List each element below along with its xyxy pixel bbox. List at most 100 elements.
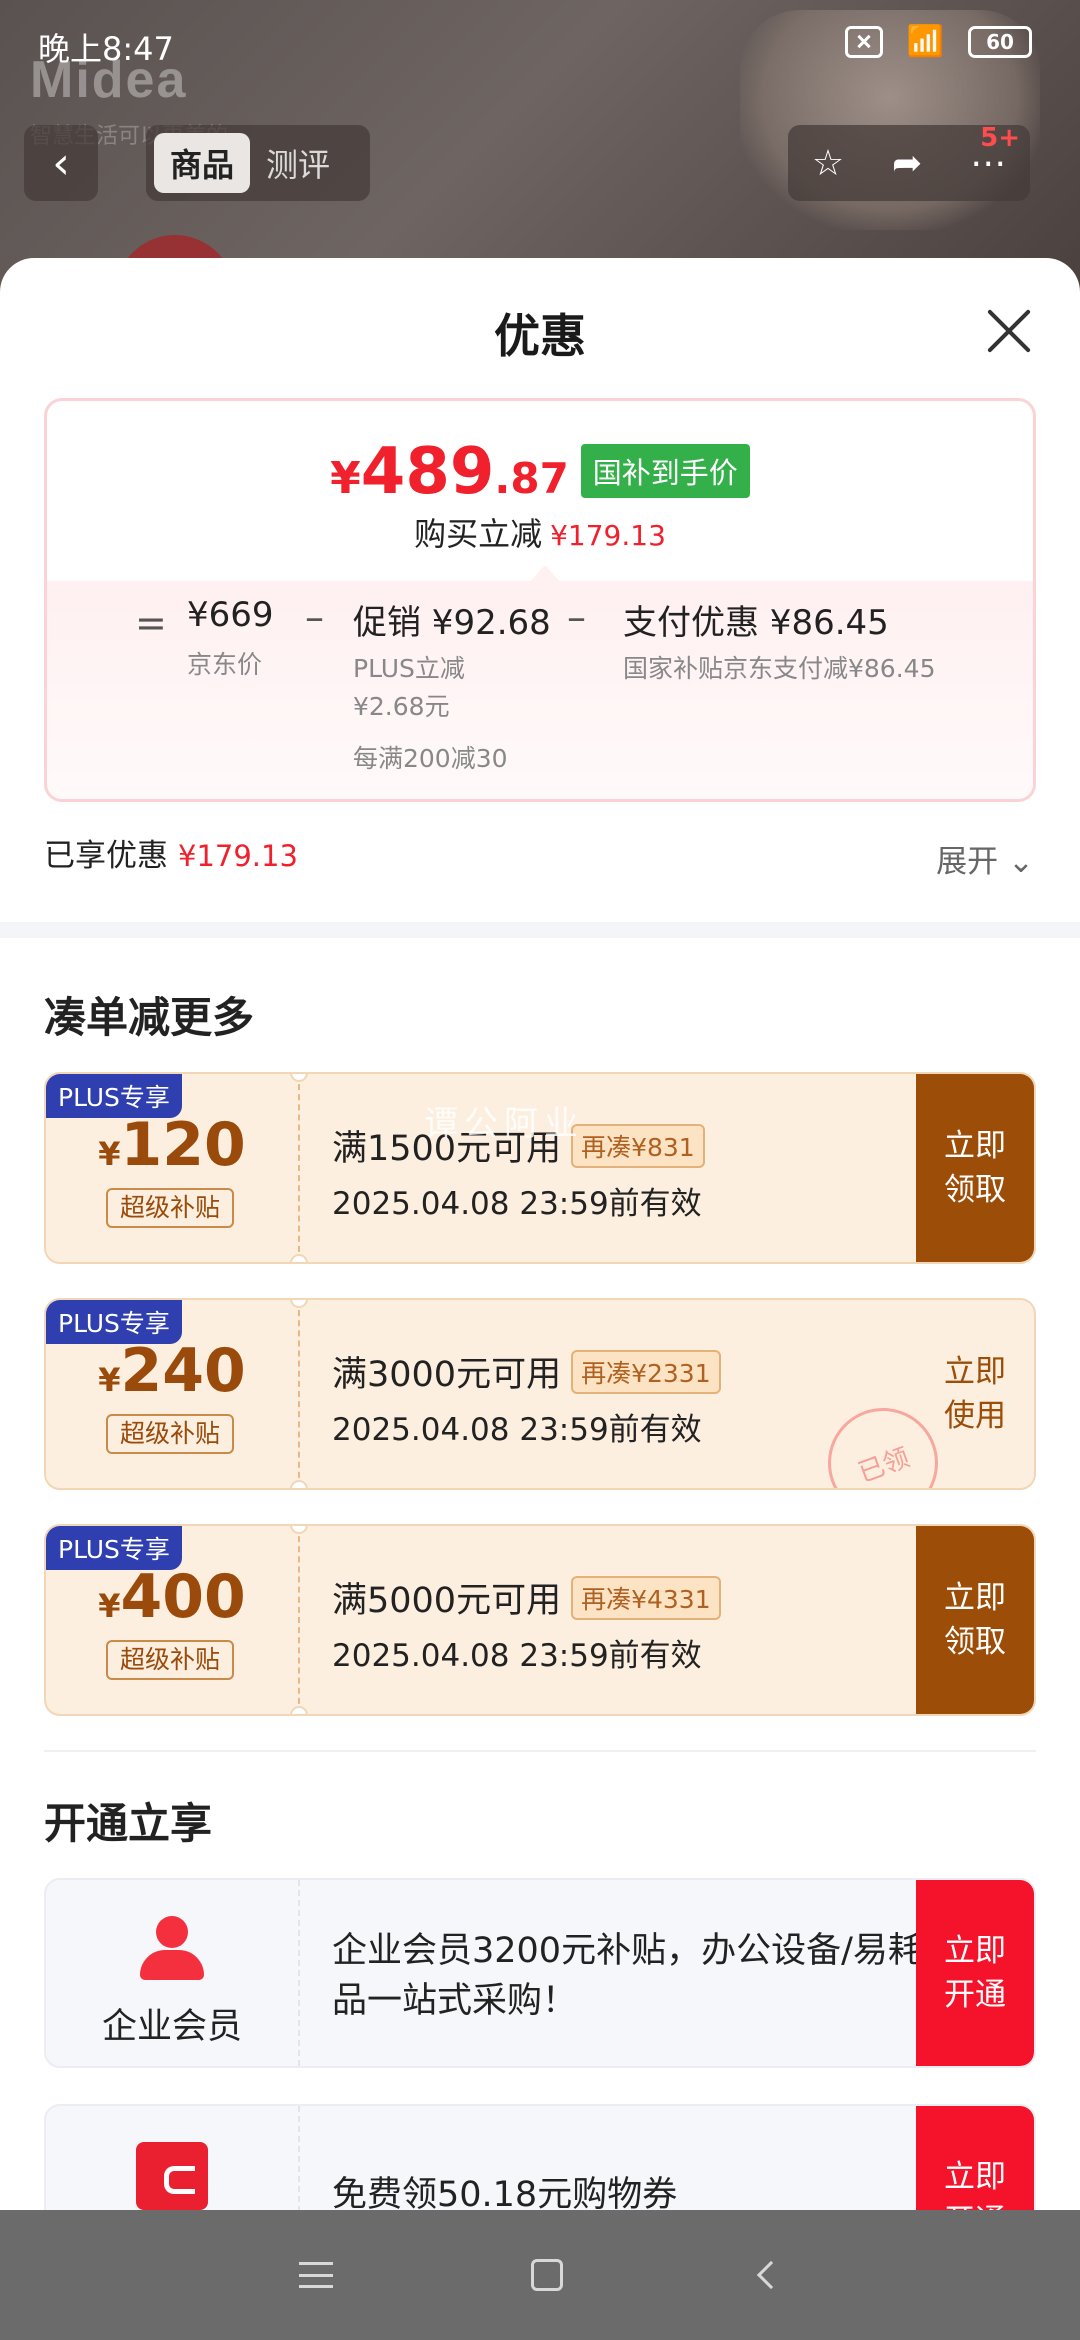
coupon-card: PLUS专享 ¥240 超级补贴 满3000元可用 再凑¥2331 2025.04… bbox=[44, 1298, 1036, 1490]
menu-icon[interactable] bbox=[299, 2262, 333, 2288]
coupon-divider bbox=[298, 1300, 300, 1488]
pay-discount: 支付优惠 ¥86.45 bbox=[623, 603, 889, 643]
pointer-triangle bbox=[531, 565, 559, 581]
coupon-condition-text: 满5000元可用 bbox=[332, 1581, 562, 1621]
jd-price-label: 京东价 bbox=[187, 650, 263, 679]
equals-sign: = bbox=[135, 601, 167, 645]
status-bar: 晚上8:47 📶 60 bbox=[0, 0, 1080, 90]
open-membership-button[interactable]: 立即开通 bbox=[916, 1880, 1034, 2066]
coupon-remaining: 再凑¥2331 bbox=[571, 1349, 721, 1394]
share-icon[interactable]: ➦ bbox=[892, 143, 922, 184]
coupon-condition: 满5000元可用 再凑¥4331 bbox=[332, 1572, 721, 1623]
tab-review[interactable]: 测评 bbox=[250, 133, 346, 193]
star-icon[interactable]: ☆ bbox=[812, 143, 844, 184]
membership-desc: 企业会员3200元补贴，办公设备/易耗品一站式采购！ bbox=[332, 1931, 923, 2021]
membership-label: 企业会员 bbox=[101, 2007, 242, 2047]
save-value: ¥179.13 bbox=[550, 519, 666, 552]
enjoyed-discount: 已享优惠 ¥179.13 bbox=[44, 830, 298, 875]
status-icons: 📶 60 bbox=[844, 24, 1032, 59]
person-icon bbox=[138, 1916, 206, 1982]
coupon-remaining: 再凑¥831 bbox=[571, 1123, 705, 1168]
price-integer: 489 bbox=[360, 435, 495, 509]
coupon-validity: 2025.04.08 23:59前有效 bbox=[332, 1638, 702, 1674]
expand-label: 展开 bbox=[936, 844, 999, 880]
home-icon[interactable] bbox=[531, 2259, 563, 2291]
wifi-icon: 📶 bbox=[906, 24, 944, 59]
coupon-validity: 2025.04.08 23:59前有效 bbox=[332, 1186, 702, 1222]
promo-plus-label: PLUS立减 bbox=[353, 654, 465, 683]
minus-sign: – bbox=[305, 595, 324, 639]
promo-rule: 每满200减30 bbox=[353, 744, 508, 773]
sheet-title: 优惠 bbox=[494, 309, 586, 363]
top-nav: ‹ 商品 测评 ☆ ➦ ⋯ 5+ bbox=[0, 123, 1080, 201]
divider bbox=[44, 1750, 1036, 1752]
open-section-title: 开通立享 bbox=[44, 1799, 213, 1848]
status-time: 晚上8:47 bbox=[38, 30, 174, 68]
coupon-currency: ¥ bbox=[98, 1361, 121, 1399]
enjoyed-value: ¥179.13 bbox=[178, 839, 298, 873]
coupon-notch bbox=[290, 1254, 308, 1262]
claim-coupon-button[interactable]: 立即领取 bbox=[916, 1526, 1034, 1714]
save-label: 购买立减 bbox=[414, 515, 543, 553]
promo-plus-value: ¥2.68元 bbox=[353, 692, 450, 721]
message-badge: 5+ bbox=[980, 123, 1020, 153]
page-tabs: 商品 测评 bbox=[146, 125, 370, 201]
coupon-notch bbox=[290, 1480, 308, 1488]
save-line: 购买立减 ¥179.13 bbox=[47, 509, 1033, 555]
pay-discount-detail: 国家补贴京东支付减¥86.45 bbox=[623, 654, 936, 683]
coupon-notch bbox=[290, 1706, 308, 1714]
subsidy-badge: 超级补贴 bbox=[106, 1188, 234, 1228]
coupon-notch bbox=[290, 1074, 308, 1082]
subsidy-price-tag: 国补到手价 bbox=[580, 444, 750, 498]
coupon-value: 400 bbox=[120, 1562, 246, 1632]
back-icon[interactable] bbox=[756, 2260, 786, 2290]
use-coupon-button[interactable]: 立即使用 bbox=[916, 1300, 1034, 1488]
tab-product[interactable]: 商品 bbox=[154, 133, 251, 193]
coupon-value: 120 bbox=[120, 1110, 246, 1180]
chevron-left-icon: ‹ bbox=[52, 137, 70, 189]
subsidy-badge: 超级补贴 bbox=[106, 1414, 234, 1454]
back-button[interactable]: ‹ bbox=[24, 125, 98, 201]
discount-sheet: 优惠 ¥489.87 国补到手价 购买立减 ¥179.13 = ¥669 京东价 … bbox=[0, 258, 1080, 2340]
close-icon[interactable] bbox=[984, 306, 1034, 356]
coupon-remaining: 再凑¥4331 bbox=[571, 1575, 721, 1620]
wallet-icon bbox=[136, 2142, 208, 2210]
coupon-notch bbox=[290, 1526, 308, 1534]
no-sim-icon bbox=[844, 26, 883, 58]
coupon-notch bbox=[290, 1300, 308, 1308]
claim-coupon-button[interactable]: 立即领取 bbox=[916, 1074, 1034, 1262]
system-nav-bar bbox=[0, 2210, 1080, 2340]
expand-button[interactable]: 展开 ⌄ bbox=[936, 836, 1034, 881]
coupon-divider bbox=[298, 1074, 300, 1262]
price-header: ¥489.87 国补到手价 购买立减 ¥179.13 bbox=[47, 401, 1033, 581]
promo-amount: 促销 ¥92.68 bbox=[353, 603, 551, 643]
minus-sign: – bbox=[567, 595, 586, 639]
price-currency: ¥ bbox=[330, 453, 361, 504]
coupon-amount: ¥120 bbox=[46, 1110, 298, 1180]
coupon-condition-text: 满3000元可用 bbox=[332, 1355, 562, 1395]
coupon-amount: ¥400 bbox=[46, 1562, 298, 1632]
nav-actions: ☆ ➦ ⋯ 5+ bbox=[788, 123, 1030, 201]
coupon-value: 240 bbox=[120, 1336, 246, 1406]
price-breakdown: = ¥669 京东价 – 促销 ¥92.68 PLUS立减 ¥2.68元 每满2… bbox=[47, 581, 1033, 799]
price-decimal: .87 bbox=[494, 454, 569, 503]
coupon-condition: 满3000元可用 再凑¥2331 bbox=[332, 1346, 721, 1397]
final-price-line: ¥489.87 国补到手价 bbox=[47, 435, 1033, 509]
chevron-down-icon: ⌄ bbox=[1008, 844, 1034, 880]
subsidy-badge: 超级补贴 bbox=[106, 1640, 234, 1680]
card-divider bbox=[298, 1880, 300, 2066]
enjoyed-label: 已享优惠 bbox=[44, 838, 168, 874]
section-divider bbox=[0, 922, 1080, 938]
coupon-currency: ¥ bbox=[98, 1135, 121, 1173]
battery-icon: 60 bbox=[968, 26, 1032, 58]
jd-price: ¥669 bbox=[187, 595, 274, 635]
final-price: ¥489.87 bbox=[330, 435, 569, 509]
price-summary: ¥489.87 国补到手价 购买立减 ¥179.13 = ¥669 京东价 – 促… bbox=[44, 398, 1036, 802]
membership-card: 企业会员 企业会员3200元补贴，办公设备/易耗品一站式采购！ 立即开通 bbox=[44, 1878, 1036, 2068]
coupon-card: PLUS专享 ¥400 超级补贴 满5000元可用 再凑¥4331 2025.04… bbox=[44, 1524, 1036, 1716]
coupon-amount: ¥240 bbox=[46, 1336, 298, 1406]
coupons-section-title: 凑单减更多 bbox=[44, 993, 255, 1042]
coupon-currency: ¥ bbox=[98, 1587, 121, 1625]
watermark: 谭公阿业 bbox=[424, 1104, 584, 1144]
coupon-divider bbox=[298, 1526, 300, 1714]
